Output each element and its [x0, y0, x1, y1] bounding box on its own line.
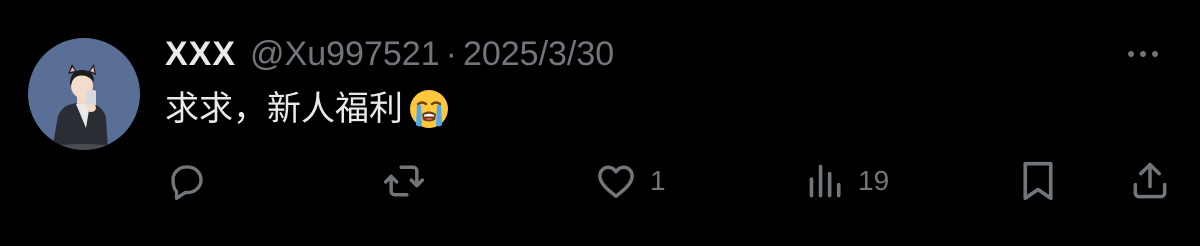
share-icon [1133, 162, 1167, 199]
views-count: 19 [858, 165, 890, 196]
tweet-date[interactable]: 2025/3/30 [463, 30, 614, 78]
retweet-icon [383, 165, 425, 197]
user-handle[interactable]: @Xu997521 [250, 30, 440, 78]
avatar-illustration [42, 64, 122, 150]
bookmark-button[interactable] [1018, 156, 1058, 206]
reply-button[interactable] [166, 156, 220, 206]
views-button[interactable]: 19 [806, 156, 889, 206]
bookmark-icon [1023, 161, 1053, 201]
tweet-header: XXX @Xu997521 · 2025/3/30 [165, 30, 614, 78]
retweet-button[interactable] [382, 156, 438, 206]
separator-dot: · [445, 35, 457, 73]
share-button[interactable] [1128, 156, 1172, 206]
like-count: 1 [650, 165, 666, 196]
tweet-text-content: 求求，新人福利 [165, 90, 403, 128]
tweet-actions: 1 19 [0, 156, 1200, 206]
reply-icon [171, 165, 203, 200]
more-options-icon[interactable] [1128, 44, 1158, 64]
heart-icon [598, 165, 634, 198]
tweet-text: 求求，新人福利 [165, 84, 451, 134]
tweet[interactable]: XXX @Xu997521 · 2025/3/30 求求，新人福利 1 19 [0, 0, 1200, 246]
like-button[interactable]: 1 [594, 156, 666, 206]
display-name[interactable]: XXX [165, 30, 236, 78]
views-icon [809, 164, 841, 198]
loudly-crying-face-icon [407, 87, 451, 131]
avatar[interactable] [28, 38, 140, 150]
